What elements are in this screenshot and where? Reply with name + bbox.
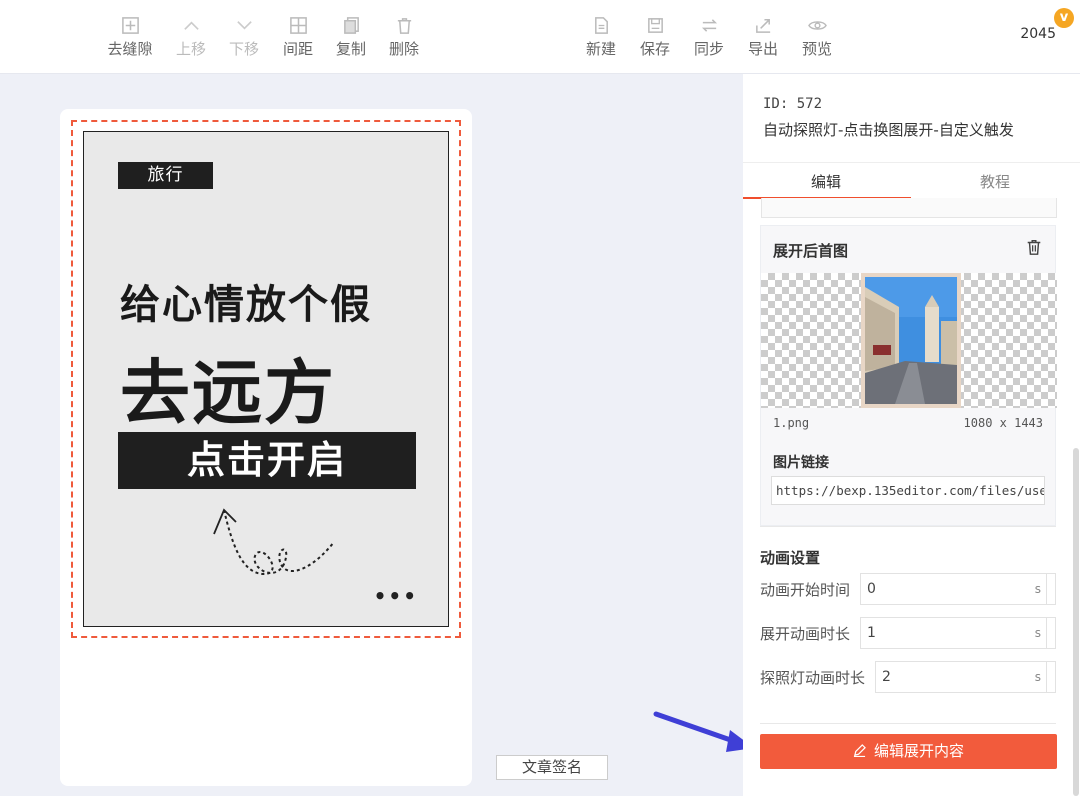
spotlight-duration-label: 探照灯动画时长: [760, 669, 866, 687]
eye-icon: [807, 20, 827, 30]
tab-edit[interactable]: 编辑: [811, 171, 841, 192]
trash-icon: [397, 17, 411, 34]
new-label: 新建: [585, 40, 616, 58]
image-dimensions: 1080 x 1443: [963, 416, 1043, 430]
properties-panel: ID: 572 自动探照灯-点击换图展开-自定义触发 编辑 教程 展开后首图 1…: [743, 74, 1080, 796]
sync-label: 同步: [693, 40, 724, 58]
section-divider: [760, 723, 1056, 724]
animation-start-time-label: 动画开始时间: [760, 581, 851, 599]
chevron-up-icon: [183, 20, 199, 30]
seconds-unit: s: [1034, 670, 1041, 684]
poster-cta-banner[interactable]: 点击开启: [118, 432, 416, 489]
editor-canvas: 旅行 给心情放个假 去远方 点击开启 •••: [60, 109, 472, 786]
animation-start-time-value: 0: [867, 581, 876, 597]
save-button[interactable]: 保存: [625, 14, 685, 59]
edit-expanded-content-label: 编辑展开内容: [873, 742, 964, 760]
selected-template-outline[interactable]: 旅行 给心情放个假 去远方 点击开启 •••: [71, 120, 461, 638]
delete-button[interactable]: 删除: [374, 14, 434, 59]
pencil-icon: [853, 744, 866, 758]
expand-duration-row: 展开动画时长 1 s: [760, 617, 1056, 649]
poster-tag: 旅行: [118, 162, 213, 189]
dotted-arrow-doodle-icon: [213, 508, 335, 576]
image-file-name: 1.png: [773, 416, 810, 430]
new-document-icon: [594, 16, 608, 34]
section-divider: [760, 526, 1056, 527]
copy-icon: [343, 16, 359, 34]
expand-duration-value: 1: [867, 625, 876, 641]
edit-expanded-content-button[interactable]: 编辑展开内容: [760, 734, 1057, 769]
new-button[interactable]: 新建: [571, 14, 631, 59]
article-signature-button[interactable]: 文章签名: [496, 755, 608, 780]
poster-headline: 给心情放个假: [120, 282, 372, 328]
previous-link-input[interactable]: [761, 198, 1057, 218]
remove-gap-button[interactable]: 去缝隙: [100, 14, 160, 59]
seconds-unit: s: [1034, 582, 1041, 596]
poster-headline-large: 去远方: [120, 352, 336, 434]
grid-plus-icon: [289, 16, 307, 34]
number-stepper[interactable]: [1046, 618, 1055, 648]
tab-tutorial[interactable]: 教程: [980, 171, 1010, 192]
preview-label: 预览: [801, 40, 832, 58]
expanded-image-title: 展开后首图: [773, 242, 849, 260]
street-photo-thumbnail: [865, 277, 957, 404]
animation-start-time-input[interactable]: 0 s: [860, 573, 1056, 605]
move-down-button[interactable]: 下移: [214, 14, 274, 59]
copy-button[interactable]: 复制: [321, 14, 381, 59]
image-link-input[interactable]: https://bexp.135editor.com/files/users/C: [771, 476, 1045, 505]
spacing-button[interactable]: 间距: [268, 14, 328, 59]
move-up-label: 上移: [175, 40, 206, 58]
spacing-label: 间距: [282, 40, 313, 58]
expand-duration-label: 展开动画时长: [760, 625, 851, 643]
expanded-image-section: 展开后首图 1.png 1080 x 1443 图片链接 https://bex…: [760, 225, 1057, 526]
image-preview-area[interactable]: [761, 273, 1057, 408]
trash-icon[interactable]: [1025, 238, 1043, 256]
remove-gap-label: 去缝隙: [107, 40, 153, 58]
export-label: 导出: [747, 40, 778, 58]
panel-tabs: 编辑 教程: [743, 162, 1080, 199]
export-button[interactable]: 导出: [733, 14, 793, 59]
add-square-icon: [121, 16, 139, 34]
spotlight-duration-value: 2: [882, 669, 891, 685]
template-id: ID: 572: [763, 96, 823, 112]
animation-start-time-row: 动画开始时间 0 s: [760, 573, 1056, 605]
number-stepper[interactable]: [1046, 574, 1055, 604]
number-stepper[interactable]: [1046, 662, 1055, 692]
delete-label: 删除: [388, 40, 419, 58]
panel-scrollbar[interactable]: [1073, 448, 1079, 796]
copy-label: 复制: [335, 40, 366, 58]
top-toolbar: 去缝隙 上移 下移 间距 复制 删除 新建 保存 同步 导出 预览 2045 v: [0, 0, 1080, 74]
expand-duration-input[interactable]: 1 s: [860, 617, 1056, 649]
preview-button[interactable]: 预览: [787, 14, 847, 59]
image-thumbnail: [861, 273, 961, 408]
chevron-down-icon: [236, 20, 252, 30]
sync-button[interactable]: 同步: [679, 14, 739, 59]
animation-settings-title: 动画设置: [760, 549, 821, 567]
spotlight-duration-row: 探照灯动画时长 2 s: [760, 661, 1056, 693]
export-icon: [755, 18, 770, 33]
vip-badge-icon[interactable]: v: [1054, 8, 1074, 28]
poster-card[interactable]: 旅行 给心情放个假 去远方 点击开启 •••: [83, 131, 449, 627]
move-up-button[interactable]: 上移: [161, 14, 221, 59]
sync-arrows-icon: [701, 18, 717, 32]
spotlight-duration-input[interactable]: 2 s: [875, 661, 1056, 693]
move-down-label: 下移: [228, 40, 259, 58]
seconds-unit: s: [1034, 626, 1041, 640]
template-name: 自动探照灯-点击换图展开-自定义触发: [763, 121, 1014, 139]
points-counter: 2045: [1020, 26, 1056, 42]
save-icon: [647, 17, 663, 33]
image-link-label: 图片链接: [773, 455, 829, 471]
more-dots: •••: [373, 584, 418, 608]
save-label: 保存: [639, 40, 670, 58]
